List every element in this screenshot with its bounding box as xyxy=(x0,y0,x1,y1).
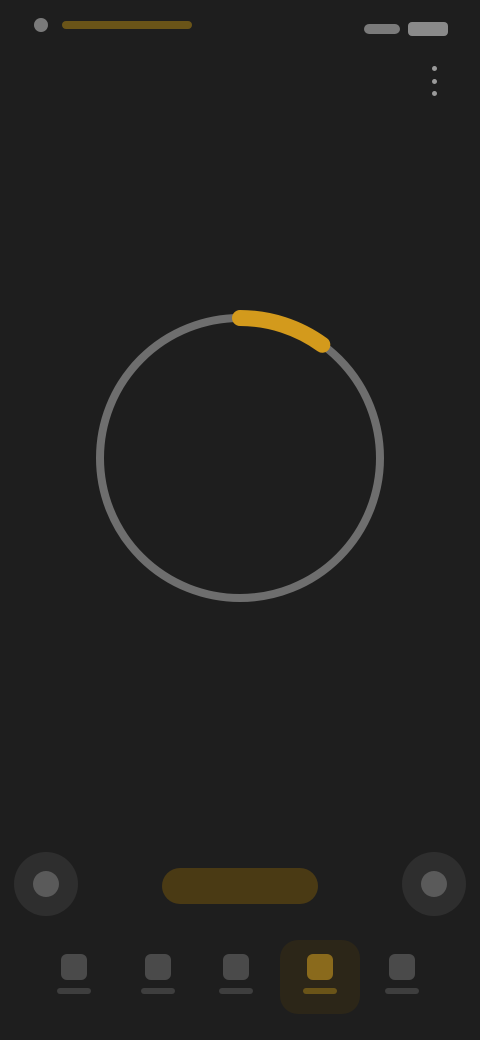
status-left xyxy=(34,18,192,32)
timer-icon xyxy=(307,954,333,980)
stopwatch-icon xyxy=(223,954,249,980)
nav-label xyxy=(303,988,337,994)
status-indicator xyxy=(62,21,192,29)
nav-item-stopwatch[interactable] xyxy=(196,940,276,1014)
nav-label xyxy=(141,988,175,994)
menu-dot xyxy=(431,91,437,96)
timer-ring xyxy=(90,308,390,608)
nav-label xyxy=(385,988,419,994)
reset-icon xyxy=(33,871,59,897)
status-right xyxy=(364,22,448,36)
status-bar xyxy=(0,0,480,56)
start-button[interactable] xyxy=(162,868,318,904)
nav-label xyxy=(219,988,253,994)
clock-icon xyxy=(145,954,171,980)
notification-icon xyxy=(34,18,48,32)
signal-icon xyxy=(364,24,400,34)
nav-label xyxy=(57,988,91,994)
nav-item-clock[interactable] xyxy=(118,940,198,1014)
nav-item-timer[interactable] xyxy=(280,940,360,1014)
bedtime-icon xyxy=(389,954,415,980)
menu-dot xyxy=(431,78,437,84)
settings-button[interactable] xyxy=(402,852,466,916)
nav-item-alarm[interactable] xyxy=(34,940,114,1014)
alarm-icon xyxy=(61,954,87,980)
more-vertical-icon[interactable] xyxy=(424,66,444,96)
reset-button[interactable] xyxy=(14,852,78,916)
timer-track xyxy=(96,314,384,602)
menu-dot xyxy=(431,66,437,71)
settings-icon xyxy=(421,871,447,897)
bottom-nav xyxy=(0,940,480,1040)
timer-ring-graphic xyxy=(92,310,388,606)
nav-item-bedtime[interactable] xyxy=(362,940,442,1014)
battery-icon xyxy=(408,22,448,36)
